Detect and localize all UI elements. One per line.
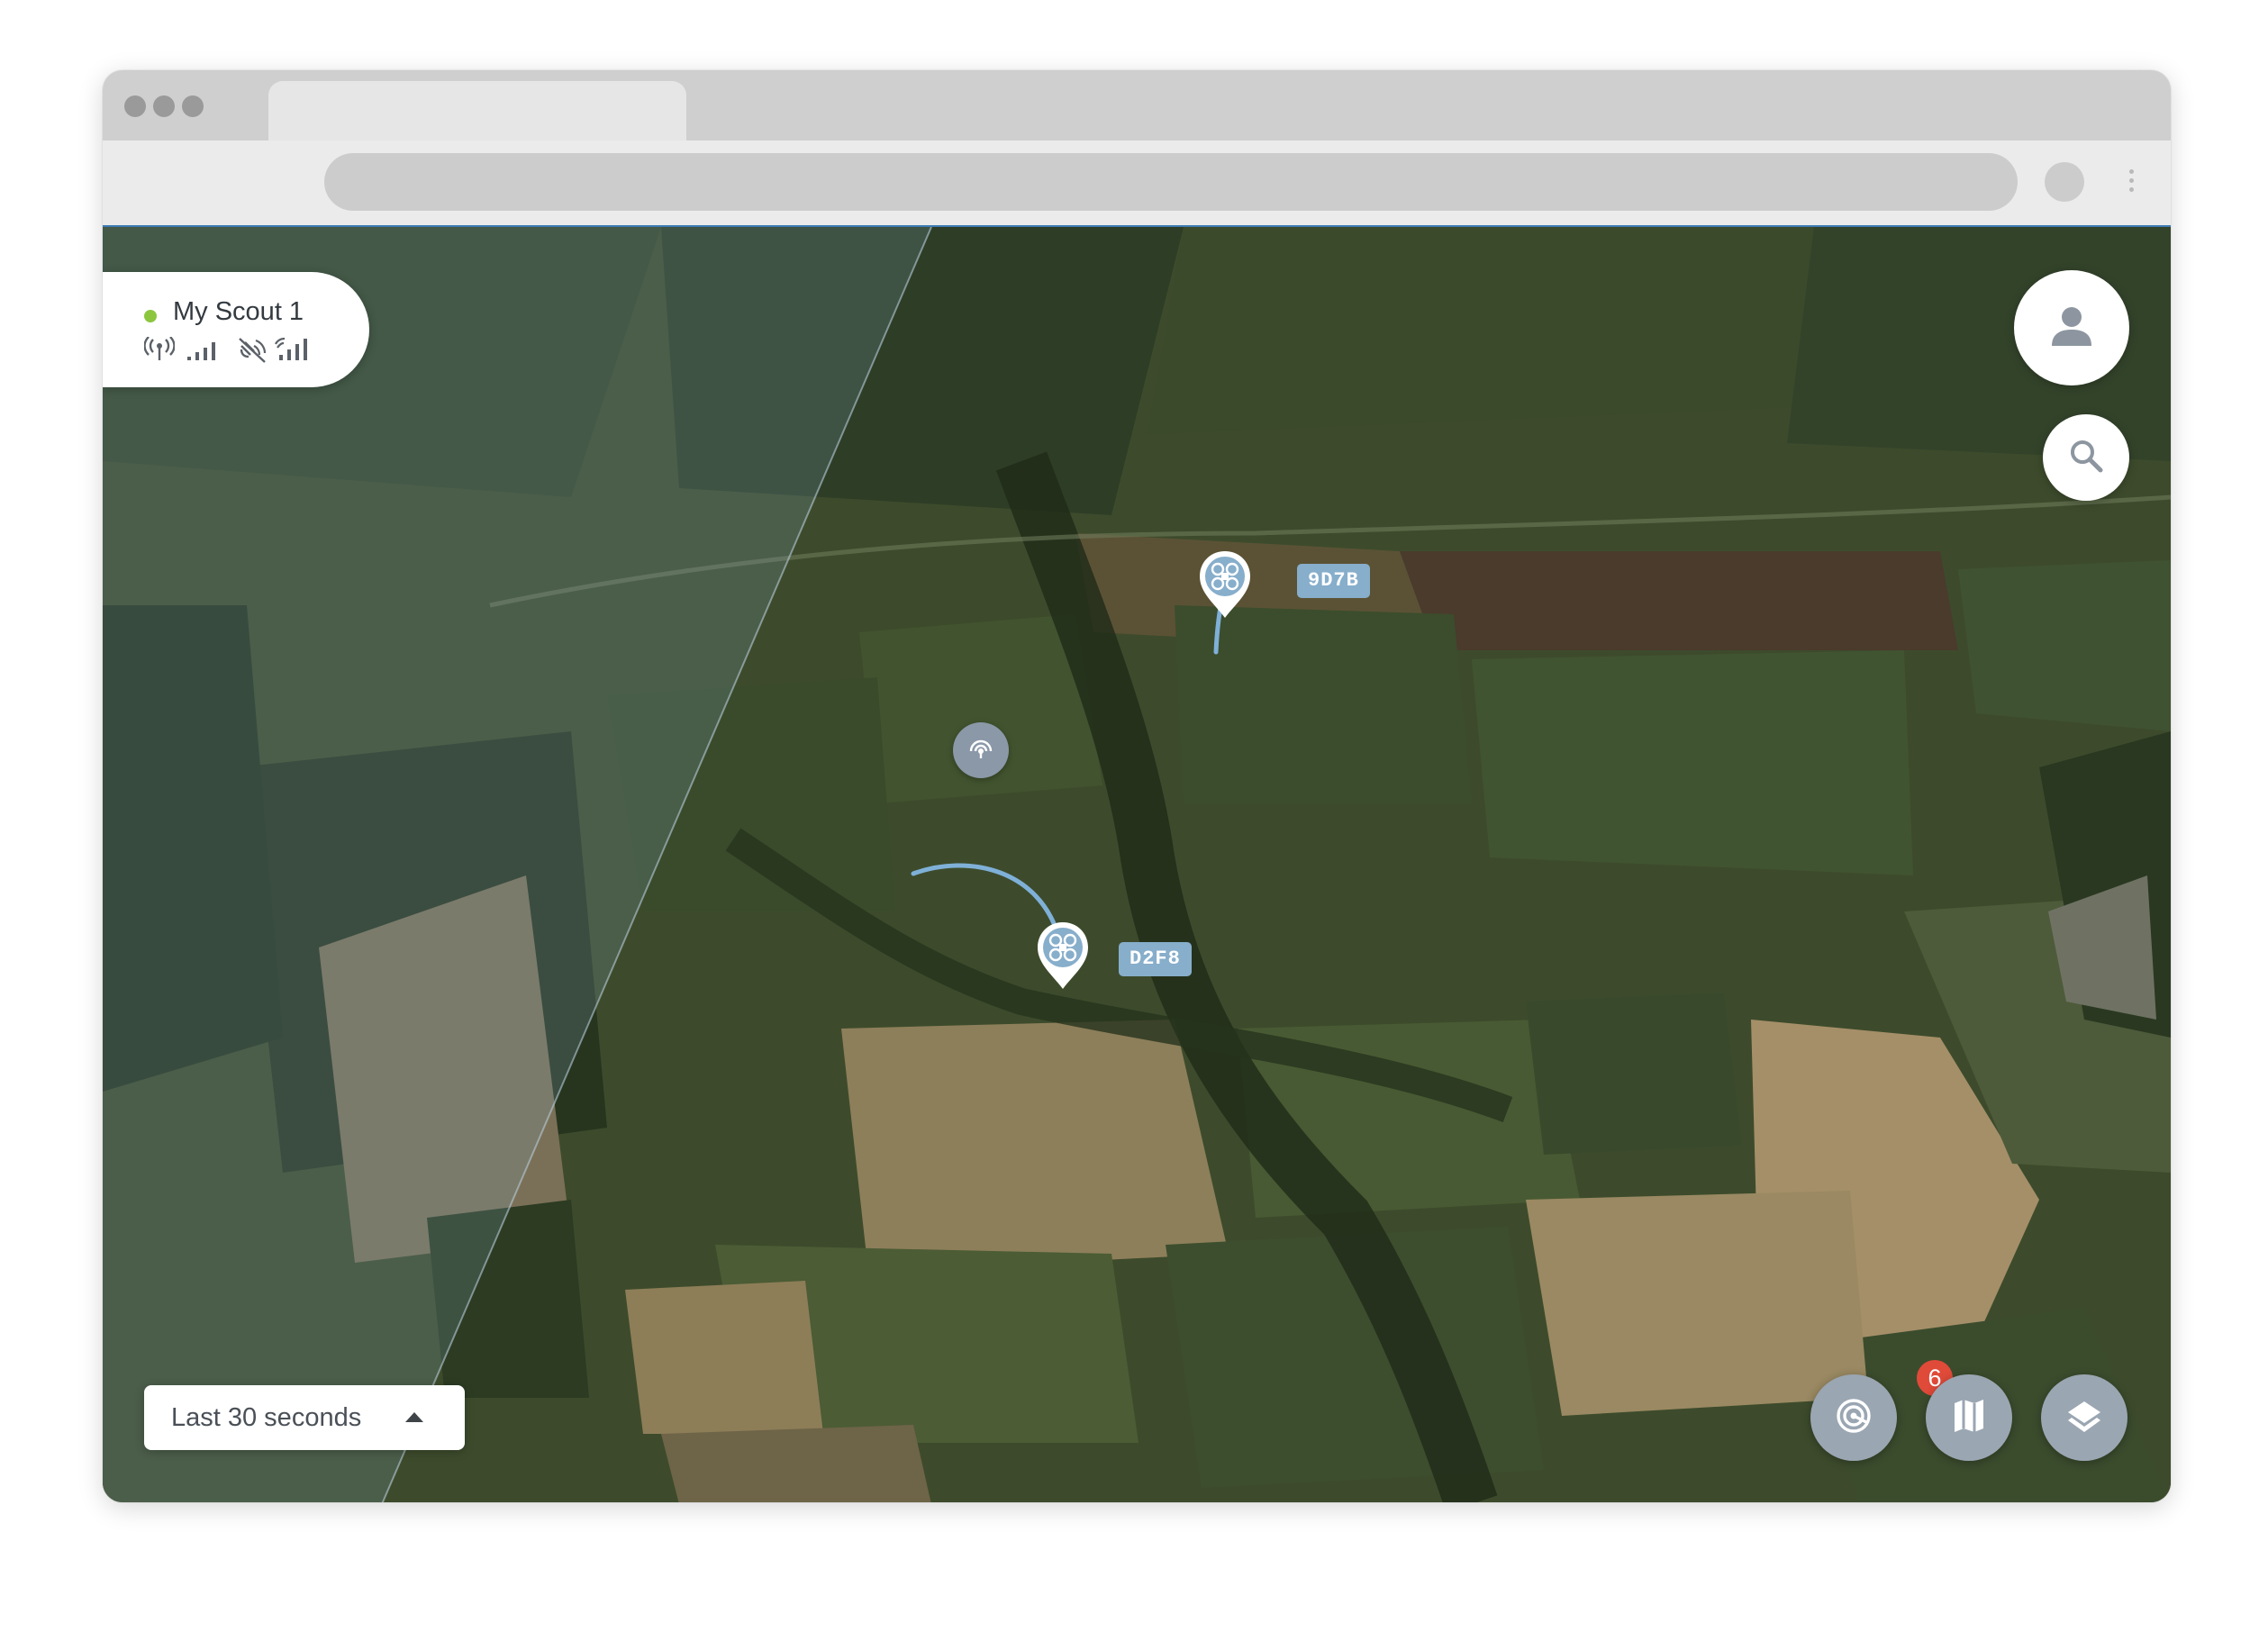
search-button[interactable] (2043, 414, 2129, 501)
sensor-location-pin[interactable] (953, 722, 1009, 778)
sensor-radar-icon (966, 733, 996, 768)
user-icon (2046, 301, 2097, 356)
drone-label-9d7b[interactable]: 9D7B (1297, 564, 1370, 598)
browser-window: My Scout 1 9D7B D2F8 Last 30 seconds 6 (103, 70, 2171, 1502)
window-minimize-dot[interactable] (153, 95, 175, 117)
browser-profile-button[interactable] (2045, 162, 2084, 202)
map-view[interactable]: My Scout 1 9D7B D2F8 Last 30 seconds 6 (103, 225, 2171, 1502)
window-maximize-dot[interactable] (182, 95, 204, 117)
radio-signal-icon (143, 336, 176, 367)
window-close-dot[interactable] (124, 95, 146, 117)
browser-menu-icon[interactable] (2129, 169, 2135, 196)
address-bar[interactable] (324, 153, 2018, 211)
browser-tab-bar (103, 70, 2171, 141)
search-icon (2068, 438, 2104, 478)
layers-icon (2064, 1396, 2104, 1440)
drone-label-d2f8[interactable]: D2F8 (1119, 942, 1192, 976)
drone-marker-d2f8[interactable] (1034, 920, 1092, 991)
detections-icon (1834, 1396, 1873, 1440)
layers-button[interactable] (2041, 1374, 2127, 1461)
drone-icon (1047, 931, 1079, 968)
scout-signal-icons (143, 336, 324, 368)
detections-button[interactable] (1810, 1374, 1897, 1461)
drone-icon (1209, 560, 1241, 597)
time-range-select[interactable]: Last 30 seconds (144, 1385, 465, 1450)
scout-status-card[interactable]: My Scout 1 (103, 272, 369, 387)
satellite-off-icon (238, 337, 267, 368)
signal-bars-icon (186, 337, 220, 367)
online-status-dot (144, 310, 157, 322)
drone-marker-9d7b[interactable] (1196, 549, 1254, 620)
caret-up-icon (405, 1412, 423, 1422)
profile-button[interactable] (2014, 270, 2129, 385)
scout-name: My Scout 1 (173, 297, 304, 326)
browser-tab[interactable] (268, 81, 686, 141)
map-icon (1949, 1396, 1989, 1440)
satellite-signal-icon (274, 337, 310, 368)
time-range-label: Last 30 seconds (171, 1403, 362, 1432)
map-style-button[interactable] (1926, 1374, 2012, 1461)
satellite-imagery (103, 227, 2171, 1502)
